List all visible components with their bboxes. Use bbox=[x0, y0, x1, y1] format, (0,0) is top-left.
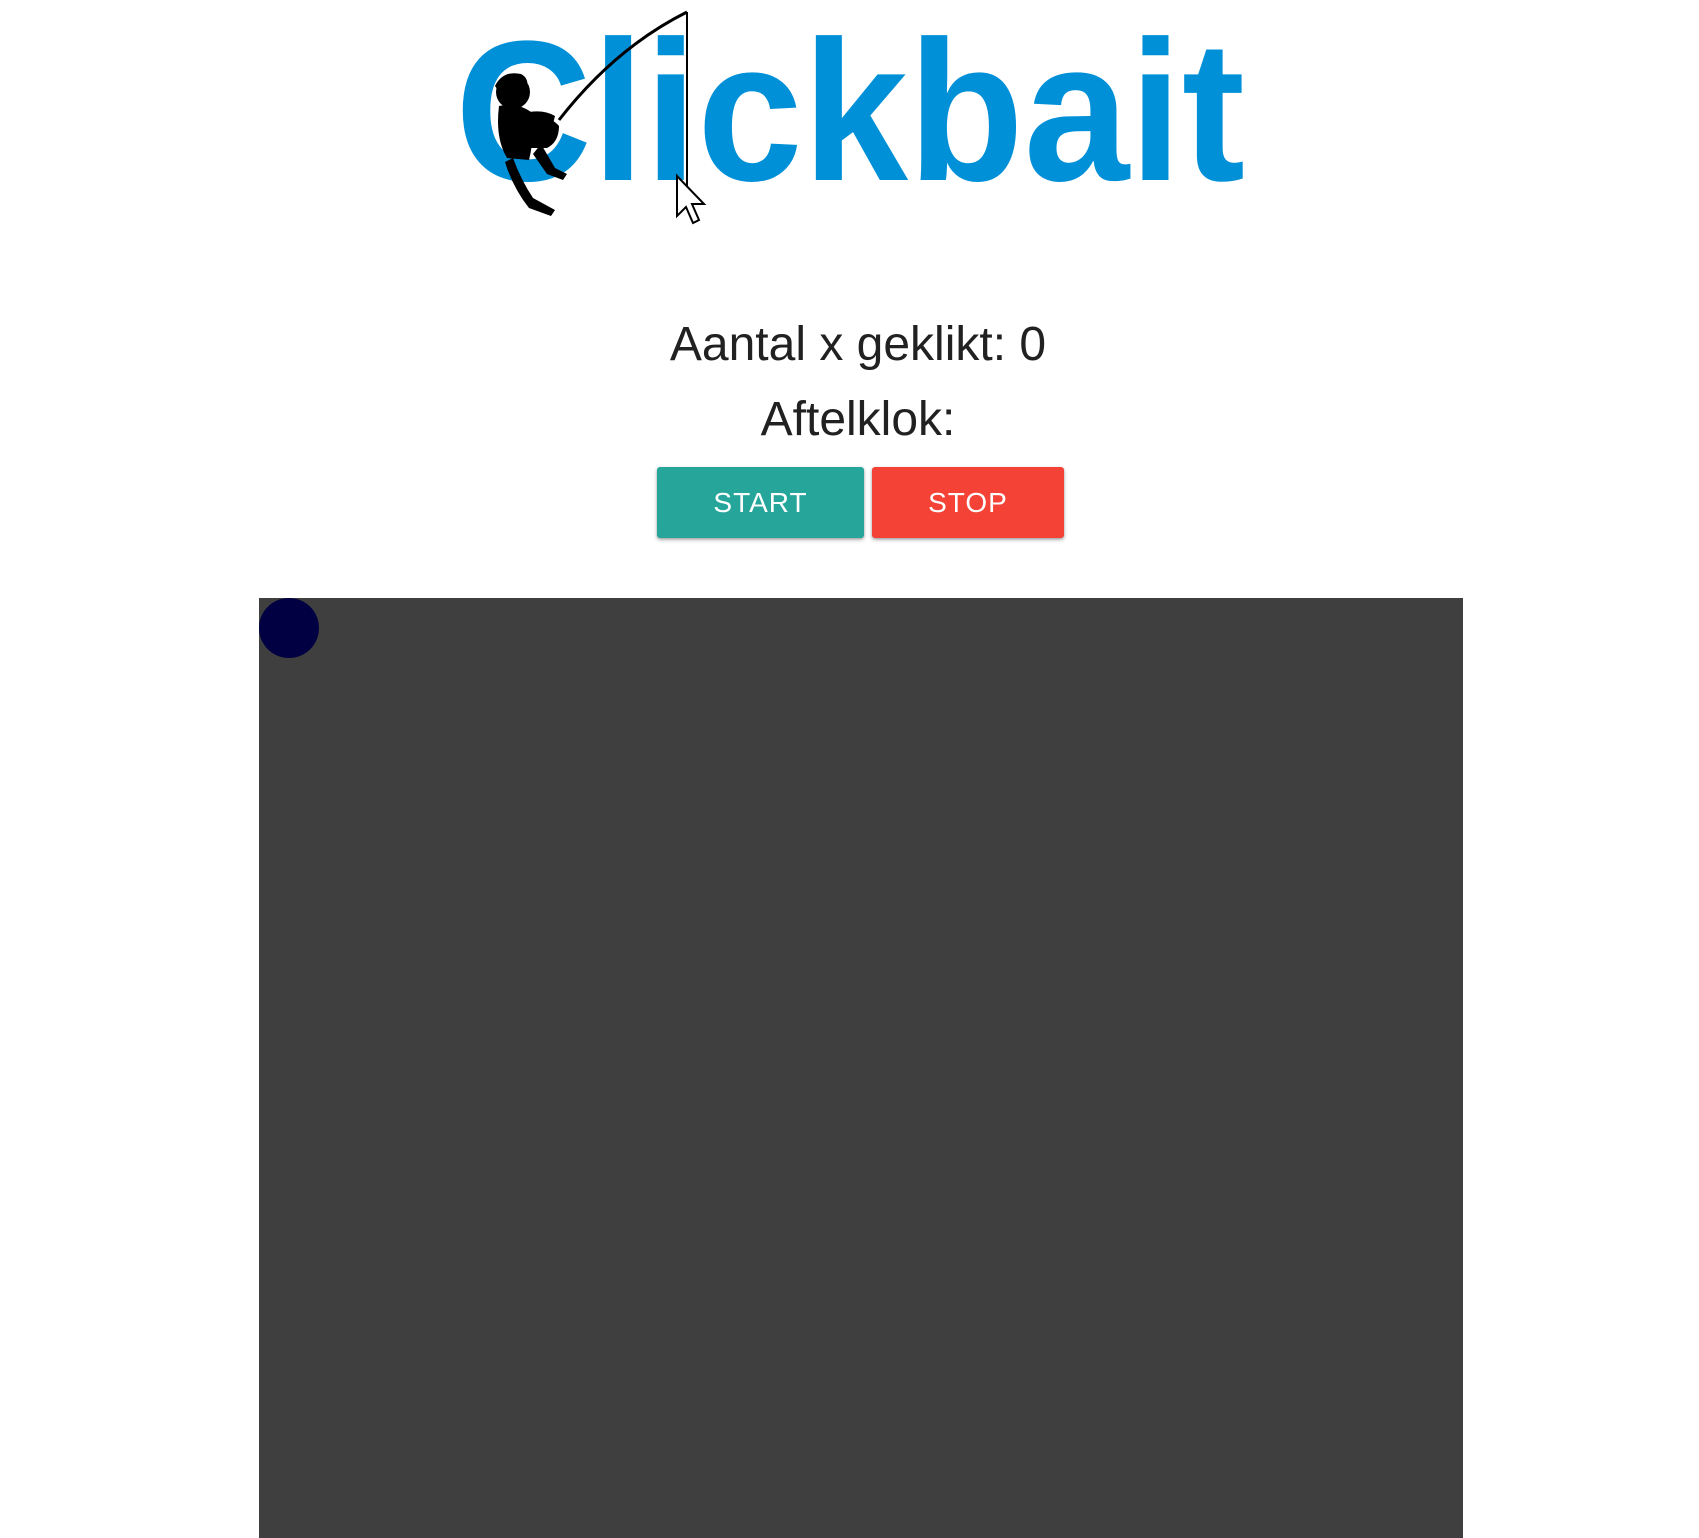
stop-button[interactable]: STOP bbox=[872, 467, 1064, 538]
countdown-timer: Aftelklok: bbox=[760, 393, 956, 446]
clickbait-logo: Clickbait bbox=[455, 8, 1245, 233]
start-button[interactable]: START bbox=[657, 467, 864, 538]
click-target[interactable] bbox=[259, 598, 319, 658]
logo-wordmark: Clickbait bbox=[455, 8, 1245, 223]
game-area[interactable] bbox=[259, 598, 1463, 1538]
page: Clickbait Aantal x geklikt: 0 Aftelklok:… bbox=[0, 0, 1699, 1538]
click-counter: Aantal x geklikt: 0 bbox=[669, 318, 1047, 371]
